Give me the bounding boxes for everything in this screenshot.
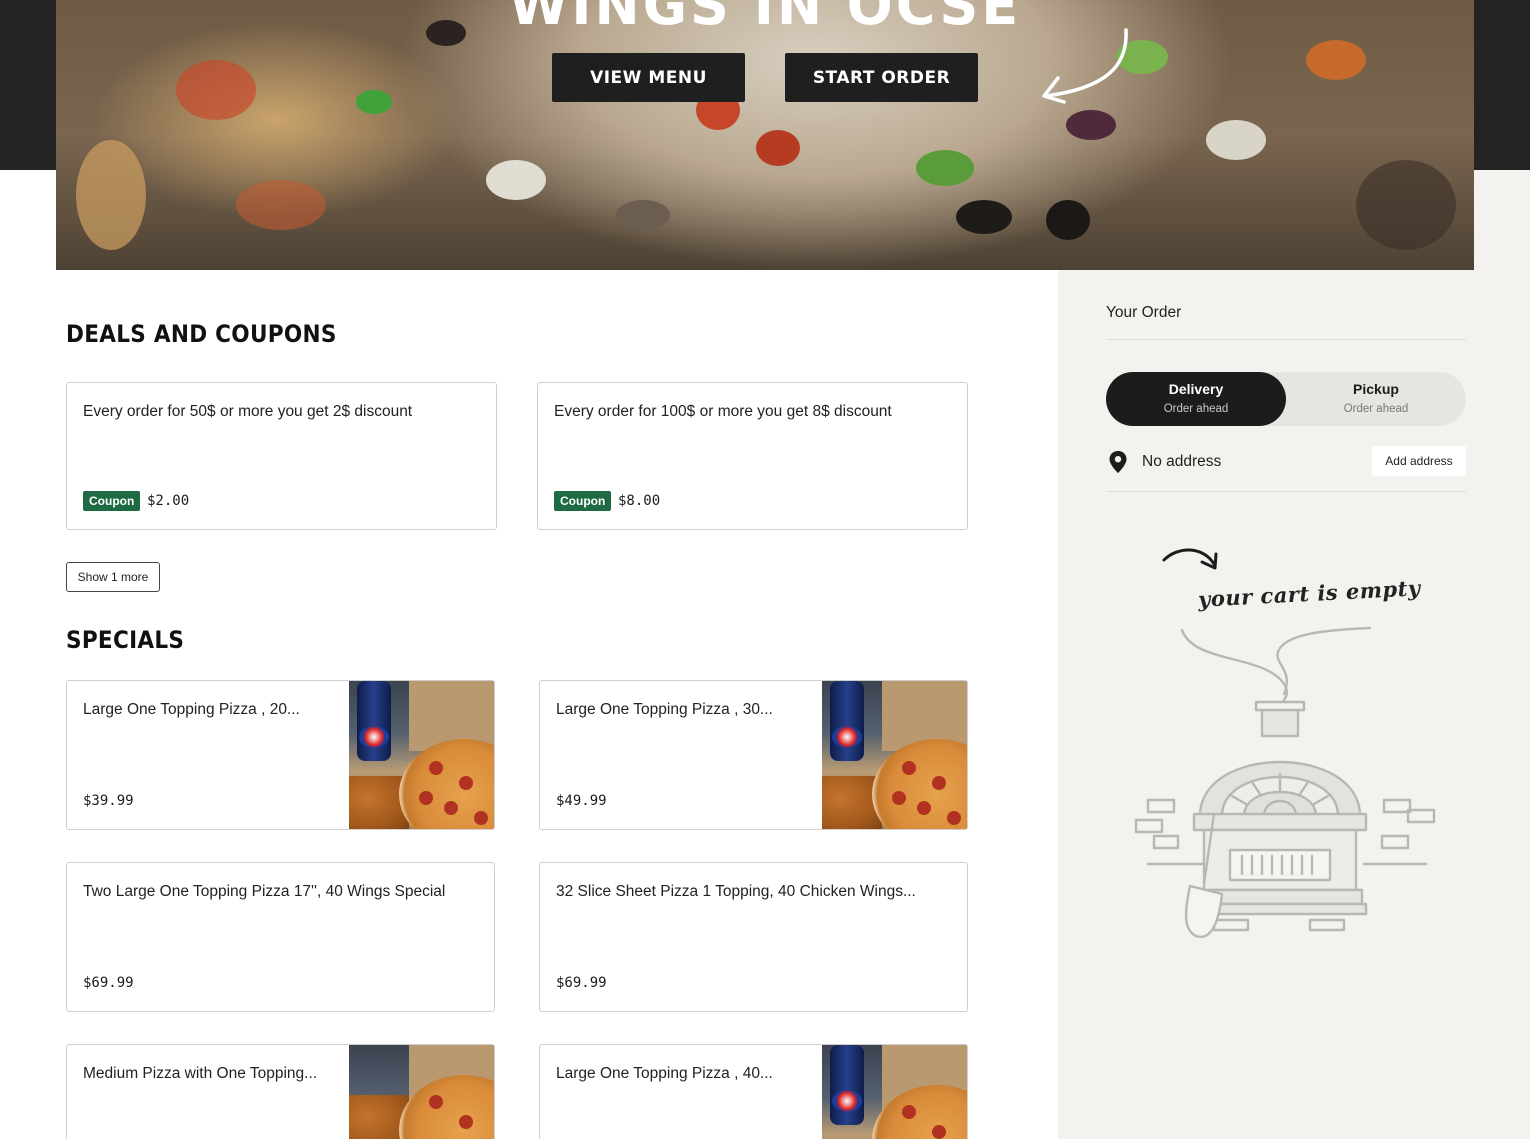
curvy-arrow-icon xyxy=(1162,548,1218,570)
mode-label: Delivery xyxy=(1168,381,1224,397)
special-name: Large One Topping Pizza , 30... xyxy=(556,701,773,718)
special-name: 32 Slice Sheet Pizza 1 Topping, 40 Chick… xyxy=(556,883,916,900)
special-name: Large One Topping Pizza , 40... xyxy=(556,1065,773,1082)
divider xyxy=(1106,339,1466,340)
special-card[interactable]: Large One Topping Pizza , 40... xyxy=(539,1044,968,1139)
start-order-button[interactable]: START ORDER xyxy=(785,53,978,102)
coupon-badge: Coupon xyxy=(83,491,141,511)
map-pin-icon xyxy=(1109,451,1127,473)
order-sidebar: Your Order Delivery Order ahead Pickup O… xyxy=(1058,270,1530,1139)
special-image xyxy=(349,1045,494,1139)
view-menu-button[interactable]: VIEW MENU xyxy=(552,53,745,102)
delivery-option[interactable]: Delivery Order ahead xyxy=(1106,372,1286,426)
specials-heading: SPECIALS xyxy=(66,626,185,654)
arrow-curve-icon xyxy=(1042,28,1128,104)
coupon-badge: Coupon xyxy=(554,491,612,511)
special-name: Large One Topping Pizza , 20... xyxy=(83,701,300,718)
hero-image: WINGS IN OCSE VIEW MENU START ORDER xyxy=(56,0,1474,270)
show-more-button[interactable]: Show 1 more xyxy=(66,562,160,592)
coupon-amount: $8.00 xyxy=(618,493,661,509)
coupon-text: Every order for 50$ or more you get 2$ d… xyxy=(83,403,413,420)
coupon-card[interactable]: Every order for 50$ or more you get 2$ d… xyxy=(66,382,497,530)
coupon-amount: $2.00 xyxy=(147,493,190,509)
special-price: $69.99 xyxy=(83,975,134,991)
order-title: Your Order xyxy=(1106,304,1182,321)
special-card[interactable]: Medium Pizza with One Topping... xyxy=(66,1044,495,1139)
hero-side-background xyxy=(1474,170,1530,270)
special-price: $69.99 xyxy=(556,975,607,991)
pizza-oven-illustration xyxy=(1134,626,1436,939)
special-card[interactable]: Two Large One Topping Pizza 17'', 40 Win… xyxy=(66,862,495,1012)
coupon-card[interactable]: Every order for 100$ or more you get 8$ … xyxy=(537,382,968,530)
empty-cart-text: your cart is empty xyxy=(1197,575,1422,612)
special-image xyxy=(349,681,494,829)
add-address-button[interactable]: Add address xyxy=(1372,446,1466,476)
address-row: No address Add address xyxy=(1106,444,1466,492)
special-name: Two Large One Topping Pizza 17'', 40 Win… xyxy=(83,883,446,900)
special-price: $39.99 xyxy=(83,793,134,809)
special-card[interactable]: 32 Slice Sheet Pizza 1 Topping, 40 Chick… xyxy=(539,862,968,1012)
special-price: $49.99 xyxy=(556,793,607,809)
pickup-option[interactable]: Pickup Order ahead xyxy=(1286,372,1466,426)
special-name: Medium Pizza with One Topping... xyxy=(83,1065,318,1082)
special-card[interactable]: Large One Topping Pizza , 30... $49.99 xyxy=(539,680,968,830)
mode-sub: Order ahead xyxy=(1163,403,1229,415)
deals-heading: DEALS AND COUPONS xyxy=(66,320,337,348)
special-card[interactable]: Large One Topping Pizza , 20... $39.99 xyxy=(66,680,495,830)
address-text: No address xyxy=(1142,453,1222,470)
special-image xyxy=(822,1045,967,1139)
mode-label: Pickup xyxy=(1353,381,1399,397)
special-image xyxy=(822,681,967,829)
hero-title: WINGS IN OCSE xyxy=(508,0,1022,37)
order-mode-toggle: Delivery Order ahead Pickup Order ahead xyxy=(1106,372,1466,426)
mode-sub: Order ahead xyxy=(1343,403,1409,415)
coupon-text: Every order for 100$ or more you get 8$ … xyxy=(554,403,892,420)
